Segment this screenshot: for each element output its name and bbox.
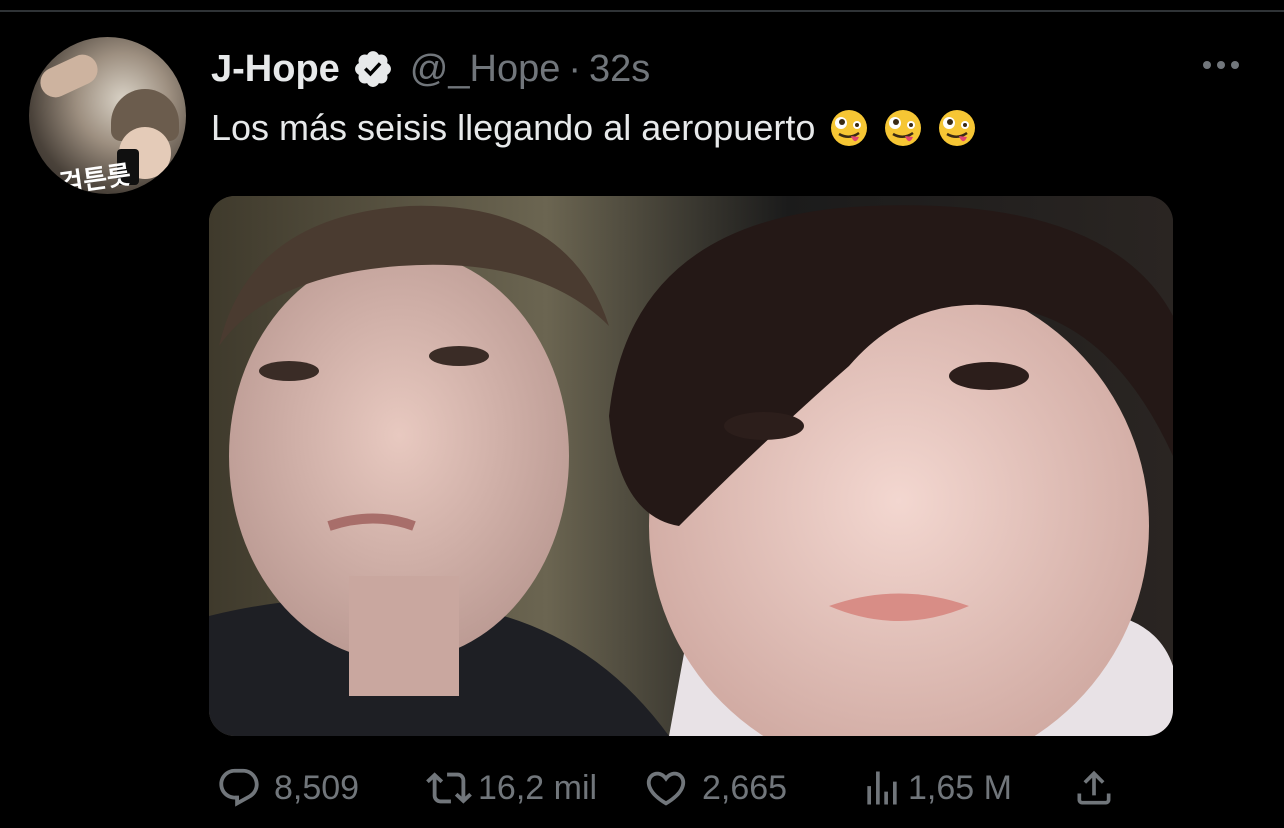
like-count: 2,665 — [702, 768, 788, 807]
retweet-count: 16,2 mil — [478, 768, 598, 807]
reply-icon — [219, 768, 259, 807]
more-dots-icon[interactable] — [1200, 55, 1242, 75]
retweet-icon — [426, 772, 472, 804]
share-icon — [1077, 770, 1111, 805]
tweet-actions: 8,509 16,2 mil 2,665 1,65 M — [0, 760, 1284, 816]
timestamp[interactable]: 32s — [589, 48, 650, 91]
tweet-media-photo[interactable] — [209, 196, 1173, 736]
like-button[interactable]: 2,665 — [642, 760, 787, 816]
reply-button[interactable]: 8,509 — [216, 760, 359, 816]
tweet-text-content: Los más seisis llegando al aeropuerto — [211, 107, 816, 148]
avatar-scribble: 걱튼릇 — [57, 160, 133, 194]
views-count: 1,65 M — [908, 768, 1012, 807]
zany-face-emoji — [883, 108, 923, 148]
tweet-text: Los más seisis llegando al aeropuerto — [211, 107, 977, 149]
separator-dot: · — [568, 47, 582, 90]
heart-icon — [646, 771, 686, 806]
tweet-header: J-Hope @_Hope · 32s — [211, 45, 650, 93]
avatar-hand — [35, 49, 103, 103]
zany-face-emoji — [937, 108, 977, 148]
display-name[interactable]: J-Hope — [211, 48, 340, 91]
avatar[interactable]: 걱튼릇 — [29, 37, 186, 194]
verified-badge-icon — [352, 48, 394, 90]
retweet-button[interactable]: 16,2 mil — [424, 760, 597, 816]
handle[interactable]: @_Hope — [410, 48, 561, 91]
reply-count: 8,509 — [274, 768, 360, 807]
views-chart-icon — [867, 771, 897, 805]
zany-face-emoji — [829, 108, 869, 148]
top-divider — [0, 10, 1284, 12]
share-button[interactable] — [1072, 760, 1116, 816]
views-button[interactable]: 1,65 M — [860, 760, 1012, 816]
